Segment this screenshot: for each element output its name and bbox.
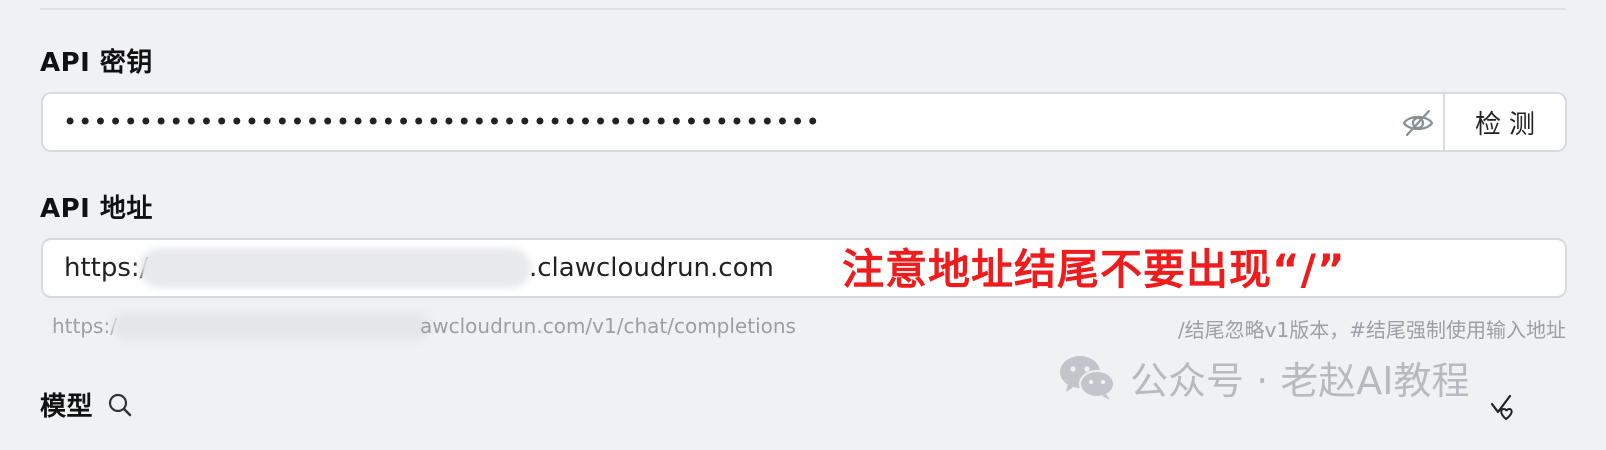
eye-off-icon[interactable]	[1401, 106, 1435, 140]
api-key-field[interactable]: ••••••••••••••••••••••••••••••••••••••••…	[41, 92, 1567, 152]
red-annotation: 注意地址结尾不要出现“/”	[842, 245, 1346, 294]
search-icon[interactable]	[107, 392, 133, 418]
api-url-label: API 地址	[40, 194, 153, 224]
api-url-suffix[interactable]: .clawcloudrun.com	[529, 252, 774, 284]
model-label-row: 模型	[40, 386, 133, 423]
url-hint-prefix: https:/	[52, 314, 117, 338]
check-button[interactable]: 检测	[1443, 94, 1565, 150]
watermark-text: 公众号 · 老赵AI教程	[1130, 359, 1470, 403]
model-label: 模型	[40, 392, 94, 422]
wechat-watermark: 公众号 · 老赵AI教程	[1058, 350, 1469, 405]
wechat-icon	[1060, 355, 1115, 400]
api-key-input[interactable]: ••••••••••••••••••••••••••••••••••••••••…	[63, 106, 821, 138]
redacted-blur	[139, 248, 531, 288]
api-url-prefix[interactable]: https:/	[64, 252, 148, 284]
url-rule-hint: /结尾忽略v1版本，#结尾强制使用输入地址	[1177, 318, 1566, 342]
select-check-icon[interactable]	[1488, 392, 1518, 422]
redacted-blur-hint	[112, 312, 430, 340]
section-divider	[40, 8, 1566, 10]
url-hint-suffix: awcloudrun.com/v1/chat/completions	[420, 314, 796, 338]
api-key-label: API 密钥	[40, 48, 153, 78]
